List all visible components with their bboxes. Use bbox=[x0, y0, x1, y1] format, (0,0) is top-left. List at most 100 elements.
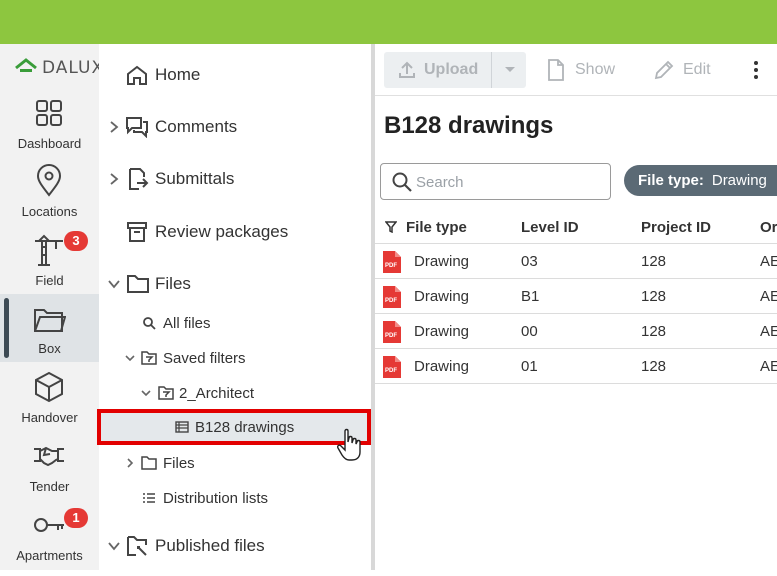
rail-item-handover[interactable]: Handover bbox=[0, 370, 99, 438]
dalux-logo[interactable]: DALUX bbox=[14, 58, 104, 78]
cell-other: AE bbox=[760, 323, 777, 340]
rail-label: Apartments bbox=[16, 548, 83, 563]
nav-item-home[interactable]: Home bbox=[99, 58, 371, 92]
top-bar bbox=[0, 0, 777, 44]
brand-name: DALUX bbox=[42, 58, 105, 78]
cell-file-type: Drawing bbox=[414, 323, 470, 340]
show-button[interactable]: Show bbox=[547, 52, 615, 88]
document-icon bbox=[548, 59, 564, 81]
notification-badge: 3 bbox=[64, 231, 88, 251]
rail-item-field[interactable]: 3 Field bbox=[0, 231, 99, 301]
nav-label: Distribution lists bbox=[163, 489, 269, 507]
chip-key: File type: bbox=[638, 172, 704, 189]
chevron-right-icon[interactable] bbox=[123, 456, 137, 470]
navigation-panel: Home Comments Submittals Review packages… bbox=[97, 44, 371, 570]
nav-item-submittals[interactable]: Submittals bbox=[99, 162, 371, 196]
nav-label: Saved filters bbox=[163, 349, 246, 367]
rail-label: Field bbox=[35, 273, 64, 288]
rail-item-dashboard[interactable]: Dashboard bbox=[0, 96, 99, 164]
filter-folder-icon bbox=[158, 386, 174, 400]
cell-file-type: Drawing bbox=[414, 288, 470, 305]
chevron-down-icon[interactable] bbox=[123, 351, 137, 365]
caret-down-icon bbox=[505, 67, 515, 72]
nav-label: All files bbox=[163, 314, 211, 332]
nav-label: Submittals bbox=[155, 169, 235, 188]
more-vertical-icon[interactable] bbox=[753, 60, 759, 80]
svg-text:PDF: PDF bbox=[385, 298, 397, 304]
edit-button[interactable]: Edit bbox=[653, 52, 711, 88]
column-header-other[interactable]: Or bbox=[760, 219, 777, 236]
rail-item-tender[interactable]: Tender bbox=[0, 439, 99, 507]
nav-item-saved-filters[interactable]: Saved filters bbox=[99, 341, 371, 375]
search-input[interactable]: Search bbox=[380, 163, 611, 200]
nav-item-distribution-lists[interactable]: Distribution lists bbox=[99, 481, 371, 515]
cell-project-id: 128 bbox=[641, 323, 667, 340]
rail-label: Tender bbox=[29, 479, 70, 494]
upload-icon bbox=[399, 61, 415, 78]
cell-file-type: Drawing bbox=[414, 358, 470, 375]
chevron-down-icon[interactable] bbox=[107, 539, 121, 553]
chevron-down-icon[interactable] bbox=[107, 277, 121, 291]
rail-label: Handover bbox=[21, 410, 78, 425]
search-placeholder: Search bbox=[416, 174, 464, 191]
home-icon bbox=[127, 65, 147, 85]
key-icon bbox=[34, 518, 64, 532]
nav-label: Comments bbox=[155, 117, 238, 136]
chevron-down-icon[interactable] bbox=[139, 386, 153, 400]
nav-item-files-sub[interactable]: Files bbox=[99, 446, 371, 480]
rail-label: Box bbox=[38, 341, 61, 356]
dashboard-icon bbox=[36, 100, 62, 126]
column-header-level-id[interactable]: Level ID bbox=[521, 219, 579, 236]
cell-other: AE bbox=[760, 253, 777, 270]
toolbar: Upload Show Edit bbox=[375, 44, 777, 96]
notification-badge: 1 bbox=[64, 508, 88, 528]
comments-icon bbox=[126, 117, 148, 138]
table-row[interactable]: PDF Drawing 03 128 AE bbox=[375, 244, 777, 279]
pdf-file-icon: PDF bbox=[383, 251, 401, 273]
nav-item-all-files[interactable]: All files bbox=[99, 306, 371, 340]
table-row[interactable]: PDF Drawing 01 128 AE bbox=[375, 349, 777, 384]
nav-label: Files bbox=[163, 454, 195, 472]
cell-file-type: Drawing bbox=[414, 253, 470, 270]
nav-label: B128 drawings bbox=[195, 418, 295, 436]
edit-label: Edit bbox=[683, 61, 711, 78]
nav-item-review-packages[interactable]: Review packages bbox=[99, 215, 371, 249]
crane-icon bbox=[35, 234, 63, 266]
filter-chip-file-type[interactable]: File type: Drawing bbox=[624, 165, 777, 196]
chevron-right-icon[interactable] bbox=[107, 172, 121, 186]
cell-other: AE bbox=[760, 358, 777, 375]
list-filter-icon bbox=[175, 421, 189, 433]
house-logo-icon bbox=[15, 58, 37, 72]
filter-icon[interactable] bbox=[385, 221, 397, 233]
rail-item-box[interactable]: Box bbox=[0, 294, 99, 362]
submittal-icon bbox=[129, 168, 149, 190]
table-row[interactable]: PDF Drawing 00 128 AE bbox=[375, 314, 777, 349]
table-row[interactable]: PDF Drawing B1 128 AE bbox=[375, 279, 777, 314]
show-label: Show bbox=[575, 61, 616, 78]
column-header-project-id[interactable]: Project ID bbox=[641, 219, 711, 236]
nav-label: Published files bbox=[155, 536, 265, 555]
upload-label: Upload bbox=[424, 61, 479, 78]
box-icon bbox=[35, 371, 63, 403]
published-folder-icon bbox=[127, 536, 147, 556]
page-title: B128 drawings bbox=[384, 112, 554, 139]
location-pin-icon bbox=[36, 164, 62, 197]
chip-value: Drawing bbox=[711, 172, 767, 189]
svg-text:PDF: PDF bbox=[385, 263, 397, 269]
nav-label: 2_Architect bbox=[179, 384, 255, 402]
nav-item-published-files[interactable]: Published files bbox=[99, 529, 371, 563]
svg-text:PDF: PDF bbox=[385, 333, 397, 339]
nav-item-b128-drawings[interactable]: B128 drawings bbox=[99, 410, 371, 444]
nav-item-comments[interactable]: Comments bbox=[99, 110, 371, 144]
upload-dropdown-button[interactable] bbox=[491, 52, 526, 88]
column-header-file-type[interactable]: File type bbox=[406, 219, 467, 236]
search-icon bbox=[143, 317, 156, 330]
chevron-right-icon[interactable] bbox=[107, 120, 121, 134]
upload-button[interactable]: Upload bbox=[384, 52, 491, 88]
rail-item-apartments[interactable]: 1 Apartments bbox=[0, 508, 99, 576]
rail-item-locations[interactable]: Locations bbox=[0, 164, 99, 232]
nav-item-files[interactable]: Files bbox=[99, 267, 371, 301]
cell-other: AE bbox=[760, 288, 777, 305]
list-icon bbox=[143, 493, 155, 503]
nav-item-2-architect[interactable]: 2_Architect bbox=[99, 376, 371, 410]
